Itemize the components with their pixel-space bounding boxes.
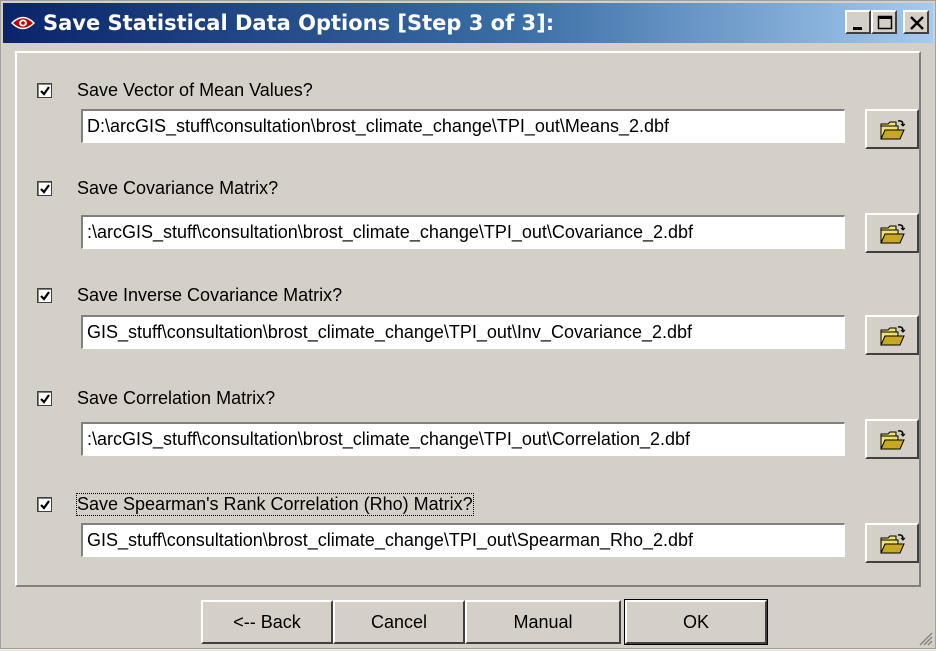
dialog-window: Save Statistical Data Options [Step 3 of… — [0, 0, 936, 649]
means-browse-button[interactable] — [865, 109, 919, 149]
cancel-button[interactable]: Cancel — [333, 600, 465, 644]
means-checkbox[interactable] — [37, 83, 52, 98]
inverse-covariance-checkbox[interactable] — [37, 288, 52, 303]
spearman-browse-button[interactable] — [865, 523, 919, 563]
correlation-label: Save Correlation Matrix? — [77, 388, 276, 408]
back-button[interactable]: <-- Back — [201, 600, 333, 644]
inverse-covariance-browse-button[interactable] — [865, 315, 919, 355]
spearman-label: Save Spearman's Rank Correlation (Rho) M… — [76, 493, 474, 516]
covariance-label: Save Covariance Matrix? — [77, 178, 279, 198]
covariance-checkbox[interactable] — [37, 181, 52, 196]
window-title: Save Statistical Data Options [Step 3 of… — [43, 11, 555, 35]
spearman-path-field[interactable]: GIS_stuff\consultation\brost_climate_cha… — [81, 523, 845, 557]
inverse-covariance-path-field[interactable]: GIS_stuff\consultation\brost_climate_cha… — [81, 315, 845, 349]
eye-app-icon — [10, 12, 36, 34]
correlation-path-field[interactable]: :\arcGIS_stuff\consultation\brost_climat… — [81, 422, 845, 456]
open-folder-icon — [880, 120, 906, 140]
manual-button[interactable]: Manual — [465, 600, 621, 644]
correlation-checkbox[interactable] — [37, 391, 52, 406]
minimize-button[interactable] — [845, 10, 871, 34]
covariance-path-field[interactable]: :\arcGIS_stuff\consultation\brost_climat… — [81, 215, 845, 249]
spearman-checkbox[interactable] — [37, 497, 52, 512]
inverse-covariance-label: Save Inverse Covariance Matrix? — [77, 285, 343, 305]
open-folder-icon — [880, 224, 906, 244]
means-label: Save Vector of Mean Values? — [77, 80, 313, 100]
maximize-button[interactable] — [871, 10, 897, 34]
resize-grip-icon[interactable] — [917, 630, 933, 646]
means-path-field[interactable]: D:\arcGIS_stuff\consultation\brost_clima… — [81, 109, 845, 143]
open-folder-icon — [880, 430, 906, 450]
title-bar[interactable]: Save Statistical Data Options [Step 3 of… — [3, 3, 933, 43]
close-button[interactable] — [903, 10, 929, 34]
covariance-browse-button[interactable] — [865, 213, 919, 253]
open-folder-icon — [880, 326, 906, 346]
correlation-browse-button[interactable] — [865, 419, 919, 459]
ok-button[interactable]: OK — [624, 599, 768, 645]
open-folder-icon — [880, 534, 906, 554]
